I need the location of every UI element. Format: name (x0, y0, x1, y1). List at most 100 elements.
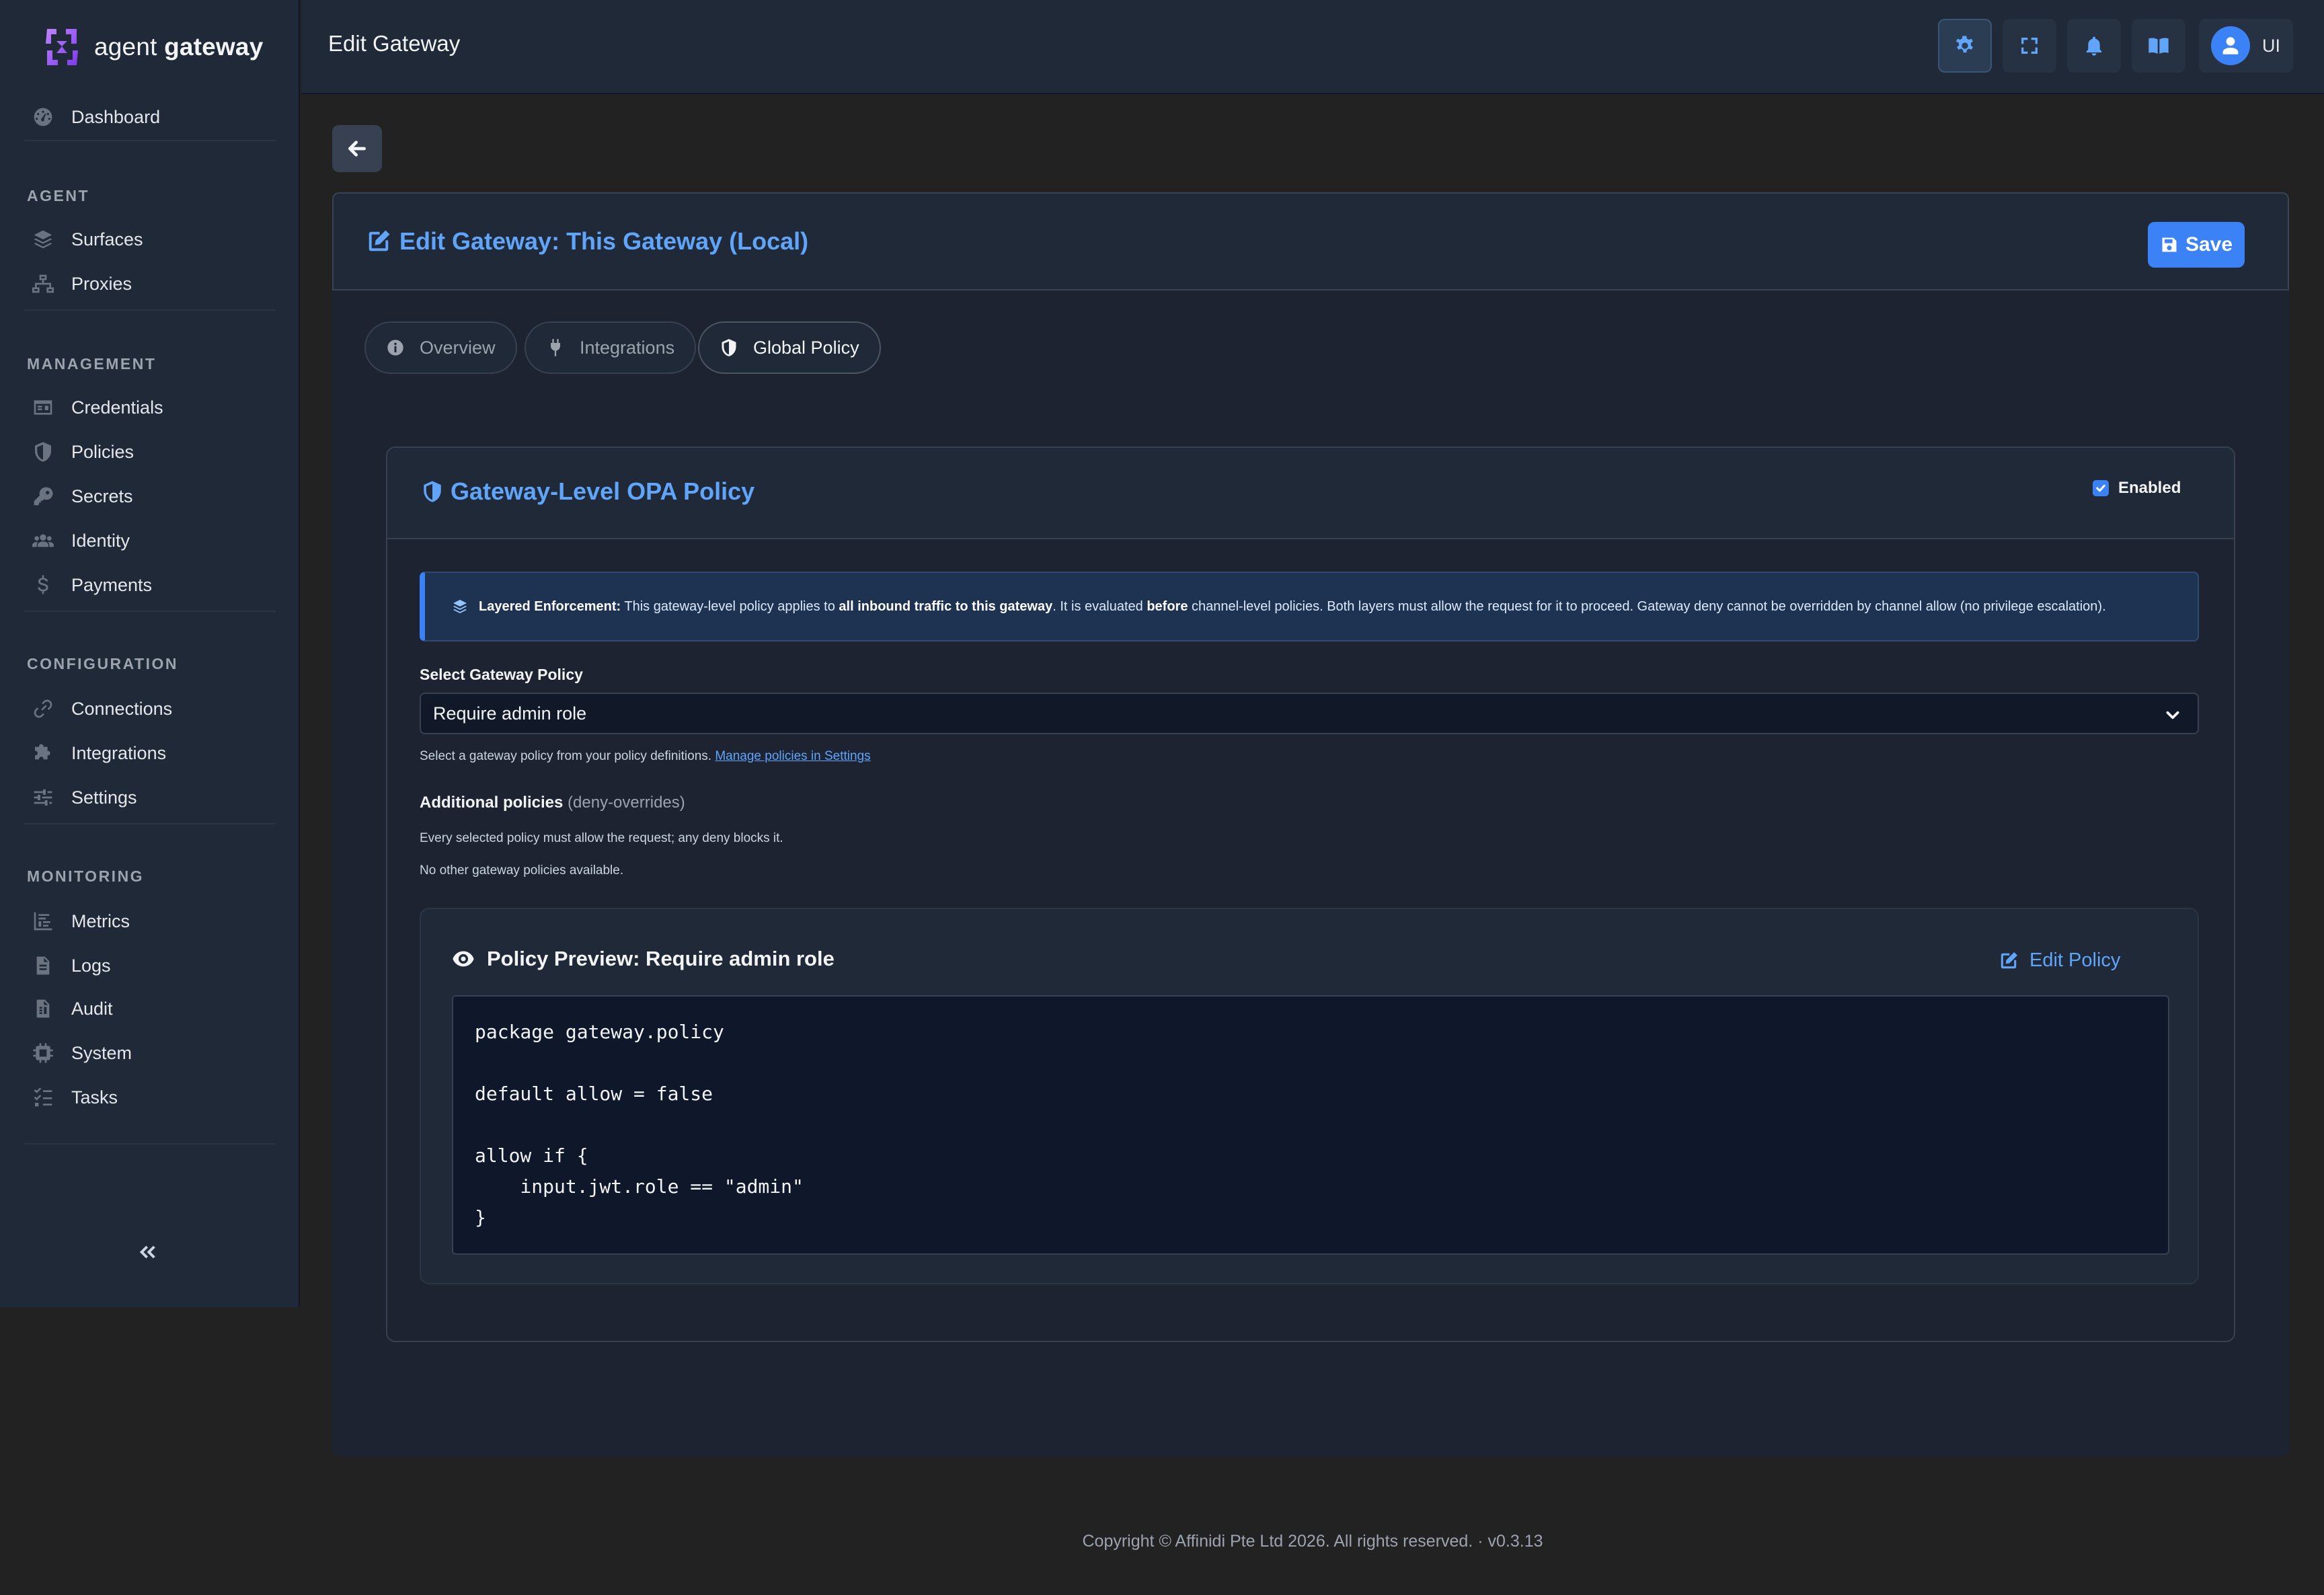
file-icon (31, 954, 55, 978)
policy-preview-title: Policy Preview: Require admin role (451, 947, 835, 971)
divider (24, 140, 276, 141)
sidebar-item-label: Tasks (71, 1087, 118, 1107)
list-check-icon (31, 1085, 55, 1110)
sidebar-item-label: Payments (71, 574, 153, 595)
shield-icon (31, 440, 55, 464)
select-help-text: Select a gateway policy from your policy… (420, 749, 871, 763)
sidebar-item-label: Logs (71, 955, 111, 976)
tab-label: Overview (420, 337, 496, 358)
sidebar-item-label: System (71, 1042, 132, 1063)
save-button[interactable]: Save (2148, 222, 2245, 268)
sidebar-item-audit[interactable]: Audit (27, 988, 276, 1029)
sidebar-item-label: Dashboard (71, 106, 161, 127)
sidebar-item-tasks[interactable]: Tasks (27, 1077, 276, 1118)
gateway-policy-card: Gateway-Level OPA Policy Enabled Layered… (386, 446, 2235, 1342)
sidebar-item-connections[interactable]: Connections (27, 689, 276, 729)
sidebar-item-settings[interactable]: Settings (27, 777, 276, 818)
layers-icon (453, 600, 467, 613)
puzzle-icon (31, 741, 55, 765)
edit-gateway-card: Edit Gateway: This Gateway (Local) Save … (332, 192, 2289, 1456)
no-other-policies-text: No other gateway policies available. (420, 863, 624, 878)
edit-policy-label: Edit Policy (2029, 949, 2121, 971)
tab-overview[interactable]: Overview (364, 321, 517, 374)
chevron-down-icon (2166, 711, 2179, 719)
sliders-icon (31, 785, 55, 810)
sidebar-item-credentials[interactable]: Credentials (27, 387, 276, 428)
fullscreen-icon (2021, 38, 2038, 54)
chart-icon (31, 909, 55, 933)
sidebar-item-label: Connections (71, 698, 173, 719)
layered-enforcement-alert: Layered Enforcement: This gateway-level … (420, 572, 2199, 641)
divider (24, 611, 276, 612)
topbar: Edit Gateway UI (301, 0, 2324, 94)
user-label: UI (2262, 35, 2280, 56)
section-title-management: MANAGEMENT (27, 355, 157, 373)
sidebar-item-integrations[interactable]: Integrations (27, 733, 276, 773)
tab-label: Global Policy (753, 337, 859, 358)
select-value: Require admin role (433, 703, 587, 724)
sidebar-item-payments[interactable]: Payments (27, 565, 276, 605)
double-chevron-left-icon (139, 1245, 155, 1259)
sidebar-item-surfaces[interactable]: Surfaces (27, 219, 276, 260)
edit-icon (369, 230, 390, 251)
section-title-configuration: CONFIGURATION (27, 655, 179, 672)
enabled-toggle[interactable]: Enabled (2093, 479, 2181, 498)
sidebar-item-label: Integrations (71, 742, 167, 763)
notifications-button[interactable] (2067, 19, 2121, 73)
manage-policies-link[interactable]: Manage policies in Settings (715, 749, 870, 763)
user-menu-button[interactable]: UI (2199, 19, 2293, 73)
card-header: Edit Gateway: This Gateway (Local) Save (332, 192, 2289, 290)
arrow-left-icon (348, 141, 366, 157)
users-icon (31, 529, 55, 553)
sidebar-item-label: Policies (71, 441, 134, 462)
docs-button[interactable] (2132, 19, 2185, 73)
page-title: Edit Gateway (328, 31, 461, 56)
policy-card-title: Gateway-Level OPA Policy (421, 477, 754, 506)
sidebar: agent gateway Dashboard AGENT Surfaces P… (0, 0, 300, 1307)
sidebar-item-label: Audit (71, 998, 113, 1019)
id-card-icon (31, 395, 55, 420)
sidebar-item-label: Secrets (71, 485, 133, 506)
gateway-policy-select[interactable]: Require admin role (420, 693, 2199, 734)
tab-global-policy[interactable]: Global Policy (698, 321, 881, 374)
check-icon (2096, 484, 2105, 492)
fullscreen-button[interactable] (2003, 19, 2056, 73)
policy-code-block: package gateway.policy default allow = f… (452, 995, 2169, 1255)
additional-policies-label: Additional policies (deny-overrides) (420, 793, 685, 812)
sidebar-item-identity[interactable]: Identity (27, 520, 276, 561)
enabled-checkbox[interactable] (2093, 480, 2109, 496)
card-title-text: Edit Gateway: This Gateway (Local) (399, 227, 809, 255)
back-button[interactable] (332, 125, 382, 172)
brand[interactable]: agent gateway (42, 26, 264, 69)
plug-icon (551, 339, 560, 356)
alert-heading: Layered Enforcement: (479, 598, 621, 614)
select-policy-label: Select Gateway Policy (420, 666, 583, 683)
shield-half-icon (722, 339, 736, 356)
sidebar-item-metrics[interactable]: Metrics (27, 901, 276, 941)
edit-policy-button[interactable]: Edit Policy (1999, 949, 2120, 972)
sidebar-item-system[interactable]: System (27, 1033, 276, 1073)
bell-icon (2086, 36, 2102, 56)
user-icon (2222, 37, 2239, 54)
policy-preview: Policy Preview: Require admin role Edit … (420, 908, 2199, 1284)
sidebar-item-logs[interactable]: Logs (27, 945, 276, 986)
settings-button[interactable] (1938, 19, 1992, 73)
dashboard-gauge-icon (31, 105, 55, 129)
sidebar-item-label: Proxies (71, 273, 132, 294)
gear-icon (1955, 36, 1973, 53)
alert-text: channel-level policies. Both layers must… (1188, 598, 2106, 614)
sidebar-item-label: Surfaces (71, 229, 143, 249)
link-icon (31, 697, 55, 721)
sidebar-item-secrets[interactable]: Secrets (27, 476, 276, 516)
tab-integrations[interactable]: Integrations (525, 321, 697, 374)
key-icon (31, 484, 55, 508)
sidebar-item-label: Credentials (71, 397, 163, 418)
avatar (2211, 26, 2250, 65)
collapse-sidebar-button[interactable] (133, 1239, 163, 1266)
sidebar-item-dashboard[interactable]: Dashboard (27, 97, 276, 137)
dollar-icon (31, 573, 55, 597)
sidebar-item-policies[interactable]: Policies (27, 432, 276, 472)
edit-icon (2001, 951, 2017, 968)
section-title-monitoring: MONITORING (27, 867, 145, 885)
sidebar-item-proxies[interactable]: Proxies (27, 264, 276, 304)
